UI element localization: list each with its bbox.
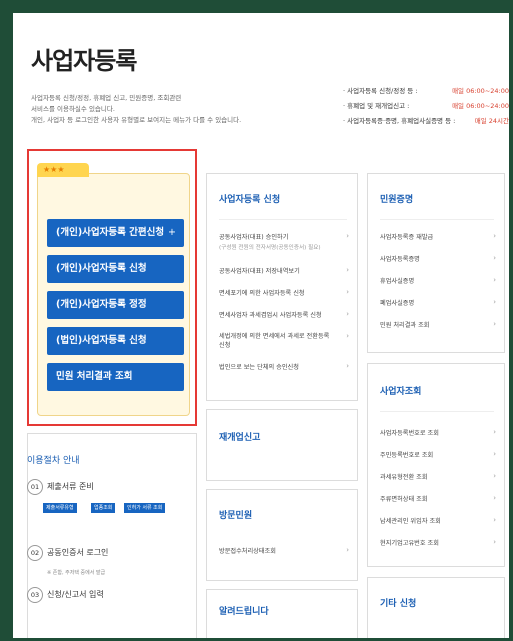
other-panel: 기타 신청 [367,577,505,638]
quick-menu-highlight: ★★★ (개인)사업자등록 간편신청 + (개인)사업자등록 신청 (개인)사업자… [27,149,197,426]
service-hours: · 사업자등록 신청/정정 등 : 매일 06:00~24:00 · 휴폐업 및 … [343,85,509,130]
visit-item[interactable]: 방문접수처리상태조회 [219,546,276,555]
desc-line: 사업자등록 신청/정정, 휴폐업 신고, 민원증명, 조회관련 [31,94,182,102]
page-frame: 사업자등록 사업자등록 신청/정정, 휴폐업 신고, 민원증명, 조회관련 서비… [13,13,509,638]
chevron-right-icon: › [346,266,349,274]
register-title: 사업자등록 신청 [219,195,281,205]
cert-item[interactable]: 사업자등록증명 [380,254,420,263]
desc-line: 서비스를 이용하실수 있습니다. [31,105,115,113]
button-label: (개인)사업자등록 간편신청 [56,227,165,238]
reopen-panel: 재개업신고 [206,409,358,481]
item-label: 공동사업자(대표) 승인하기 [219,234,289,241]
chevron-right-icon: › [493,450,496,458]
chevron-right-icon: › [493,516,496,524]
correct-register-button[interactable]: (개인)사업자등록 정정 [47,291,184,319]
notice-panel: 알려드립니다 [206,589,358,638]
corp-register-button[interactable]: (법인)사업자등록 신청 [47,327,184,355]
certs-title: 민원증명 [380,195,414,205]
chevron-right-icon: › [493,428,496,436]
process-step: 03 신청/신고서 입력 [27,587,104,603]
hours-value: 매일 06:00~24:00 [452,87,509,95]
hours-row: · 사업자등록증·증명, 휴폐업사실증명 등 : 매일 24시간 [343,115,509,130]
register-item[interactable]: 세법개정에 의한 면세에서 과세로 전환등록 신청 [219,332,334,350]
chevron-right-icon: › [493,298,496,306]
chevron-right-icon: › [346,310,349,318]
step-number: 03 [27,587,43,603]
register-item[interactable]: 면세포기에 의한 사업자등록 신청 [219,288,305,297]
step-number: 01 [27,479,43,495]
page-description: 사업자등록 신청/정정, 휴폐업 신고, 민원증명, 조회관련 서비스를 이용하… [31,93,281,126]
process-title: 이용절차 안내 [27,456,80,466]
step-number: 02 [27,545,43,561]
notice-title: 알려드립니다 [219,607,269,617]
desc-line: 개인, 사업자 등 로그인한 사용자 유형별로 보여지는 메뉴가 다를 수 있습… [31,116,242,124]
register-item[interactable]: 면세사업자 과세겸업시 사업자등록 신청 [219,310,322,319]
divider [380,219,494,220]
industry-tag[interactable]: 업종조회 [91,503,116,513]
permit-tag[interactable]: 인허가 서류 조회 [124,503,166,513]
hours-label: · 사업자등록증·증명, 휴폐업사실증명 등 : [343,117,456,125]
chevron-right-icon: › [346,362,349,370]
register-button[interactable]: (개인)사업자등록 신청 [47,255,184,283]
lookup-item[interactable]: 주민등록번호로 조회 [380,450,433,459]
plus-icon: + [168,227,176,238]
cert-item[interactable]: 사업자등록증 재발급 [380,232,433,241]
chevron-right-icon: › [493,472,496,480]
chevron-right-icon: › [493,276,496,284]
certs-panel: 민원증명 사업자등록증 재발급 › 사업자등록증명 › 휴업사실증명 › 폐업사… [367,173,505,353]
hours-label: · 사업자등록 신청/정정 등 : [343,87,418,95]
reopen-title[interactable]: 재개업신고 [219,430,260,443]
cert-item[interactable]: 폐업사실증명 [380,298,414,307]
complaint-result-button[interactable]: 민원 처리결과 조회 [47,363,184,391]
step-label: 신청/신고서 입력 [47,590,104,599]
cert-item[interactable]: 민원 처리결과 조회 [380,320,429,329]
hours-value: 매일 06:00~24:00 [452,102,509,110]
lookup-item[interactable]: 현지기업고유번호 조회 [380,538,439,547]
page-title: 사업자등록 [31,47,137,75]
lookup-item[interactable]: 주류면허상태 조회 [380,494,428,503]
item-sub: (구성원 전원의 전자서명(공동인증서) 필요) [219,245,321,251]
simple-register-button[interactable]: (개인)사업자등록 간편신청 + [47,219,184,247]
register-item[interactable]: 공동사업자(대표) 승인하기 (구성원 전원의 전자서명(공동인증서) 필요) [219,232,321,251]
chevron-right-icon: › [346,546,349,554]
visit-panel: 방문민원 방문접수처리상태조회 › [206,489,358,581]
hours-row: · 휴폐업 및 재개업신고 : 매일 06:00~24:00 [343,100,509,115]
hours-value: 매일 24시간 [474,117,509,125]
divider [219,219,347,220]
divider [380,411,494,412]
chevron-right-icon: › [493,254,496,262]
lookup-title: 사업자조회 [380,387,422,397]
chevron-right-icon: › [493,538,496,546]
hours-label: · 휴폐업 및 재개업신고 : [343,102,410,110]
lookup-item[interactable]: 납세관리인 위임자 조회 [380,516,441,525]
hours-row: · 사업자등록 신청/정정 등 : 매일 06:00~24:00 [343,85,509,100]
step-label: 공동인증서 로그인 [47,548,109,557]
lookup-item[interactable]: 사업자등록번호로 조회 [380,428,439,437]
chevron-right-icon: › [346,288,349,296]
cert-item[interactable]: 휴업사실증명 [380,276,414,285]
process-step: 02 공동인증서 로그인 [27,545,108,561]
chevron-right-icon: › [493,232,496,240]
lookup-panel: 사업자조회 사업자등록번호로 조회 › 주민등록번호로 조회 › 과세유형전환 … [367,363,505,567]
visit-title: 방문민원 [219,511,253,521]
lookup-item[interactable]: 과세유형전환 조회 [380,472,428,481]
favorite-stars-icon: ★★★ [37,163,89,177]
chevron-right-icon: › [346,332,349,340]
process-hint: ※ 존함, 주저택 중에서 발급 [47,570,106,576]
other-title: 기타 신청 [380,599,417,609]
doc-type-tag[interactable]: 제출서류유형 [43,503,77,513]
register-item[interactable]: 법인으로 보는 단체의 승인신청 [219,362,299,371]
chevron-right-icon: › [493,494,496,502]
step-label: 제출서류 준비 [47,482,94,491]
chevron-right-icon: › [346,232,349,240]
process-step: 01 제출서류 준비 [27,479,94,495]
register-panel: 사업자등록 신청 공동사업자(대표) 승인하기 (구성원 전원의 전자서명(공동인… [206,173,358,401]
chevron-right-icon: › [493,320,496,328]
register-item[interactable]: 공동사업자(대표) 저장내역보기 [219,266,300,275]
